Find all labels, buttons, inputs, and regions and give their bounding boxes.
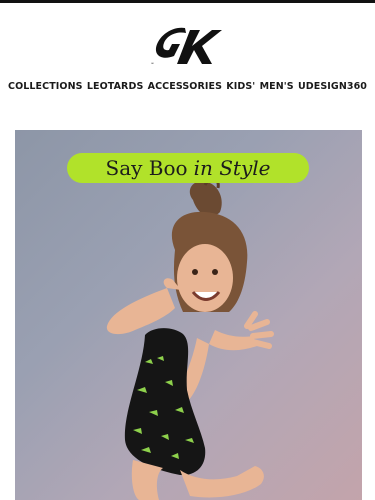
headline-say-boo: Say Boo [105,156,188,180]
hero-banner[interactable]: Say Boo in Style [15,130,362,500]
main-nav: COLLECTIONS LEOTARDS ACCESSORIES KIDS' M… [0,78,375,96]
gk-logo[interactable]: GK [150,24,222,68]
hero-headline-pill: Say Boo in Style [67,153,309,183]
nav-item-kids[interactable]: KIDS' [226,78,255,96]
nav-item-udesign360[interactable]: UDESIGN360 [298,78,367,96]
girl-in-halloween-leotard-photo [106,177,274,500]
logo-text: GK [151,63,155,65]
nav-item-collections[interactable]: COLLECTIONS [8,78,83,96]
nav-item-mens[interactable]: MEN'S [260,78,294,96]
top-border [0,0,375,3]
nav-item-accessories[interactable]: ACCESSORIES [148,78,222,96]
nav-item-leotards[interactable]: LEOTARDS [87,78,144,96]
headline-in-style: in Style [193,156,271,180]
